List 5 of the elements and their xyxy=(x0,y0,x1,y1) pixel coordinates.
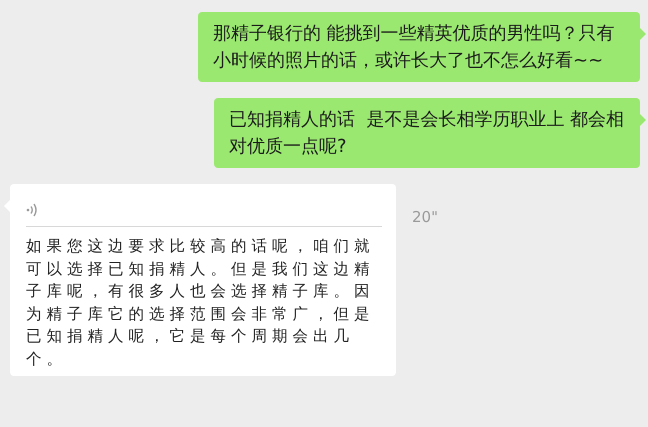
message-text: 已知捐精人的话 是不是会长相学历职业上 都会相对优质一点呢? xyxy=(229,108,626,159)
transcript-text: 如果您这边要求比较高的话呢，咱们就可以选择已知捐精人。但是我们这边精子库呢，有很多人也会选择精子库。因为精子库它的选择范围会非常广，但是已知捐精人呢，它是每个周期会出几个。 xyxy=(26,236,376,370)
voice-duration: 20" xyxy=(412,208,438,226)
voice-icon[interactable] xyxy=(26,202,38,218)
message-text: 那精子银行的 能挑到一些精英优质的男性吗？只有小时候的照片的话，或许长大了也不怎么好看~~ xyxy=(213,22,616,73)
